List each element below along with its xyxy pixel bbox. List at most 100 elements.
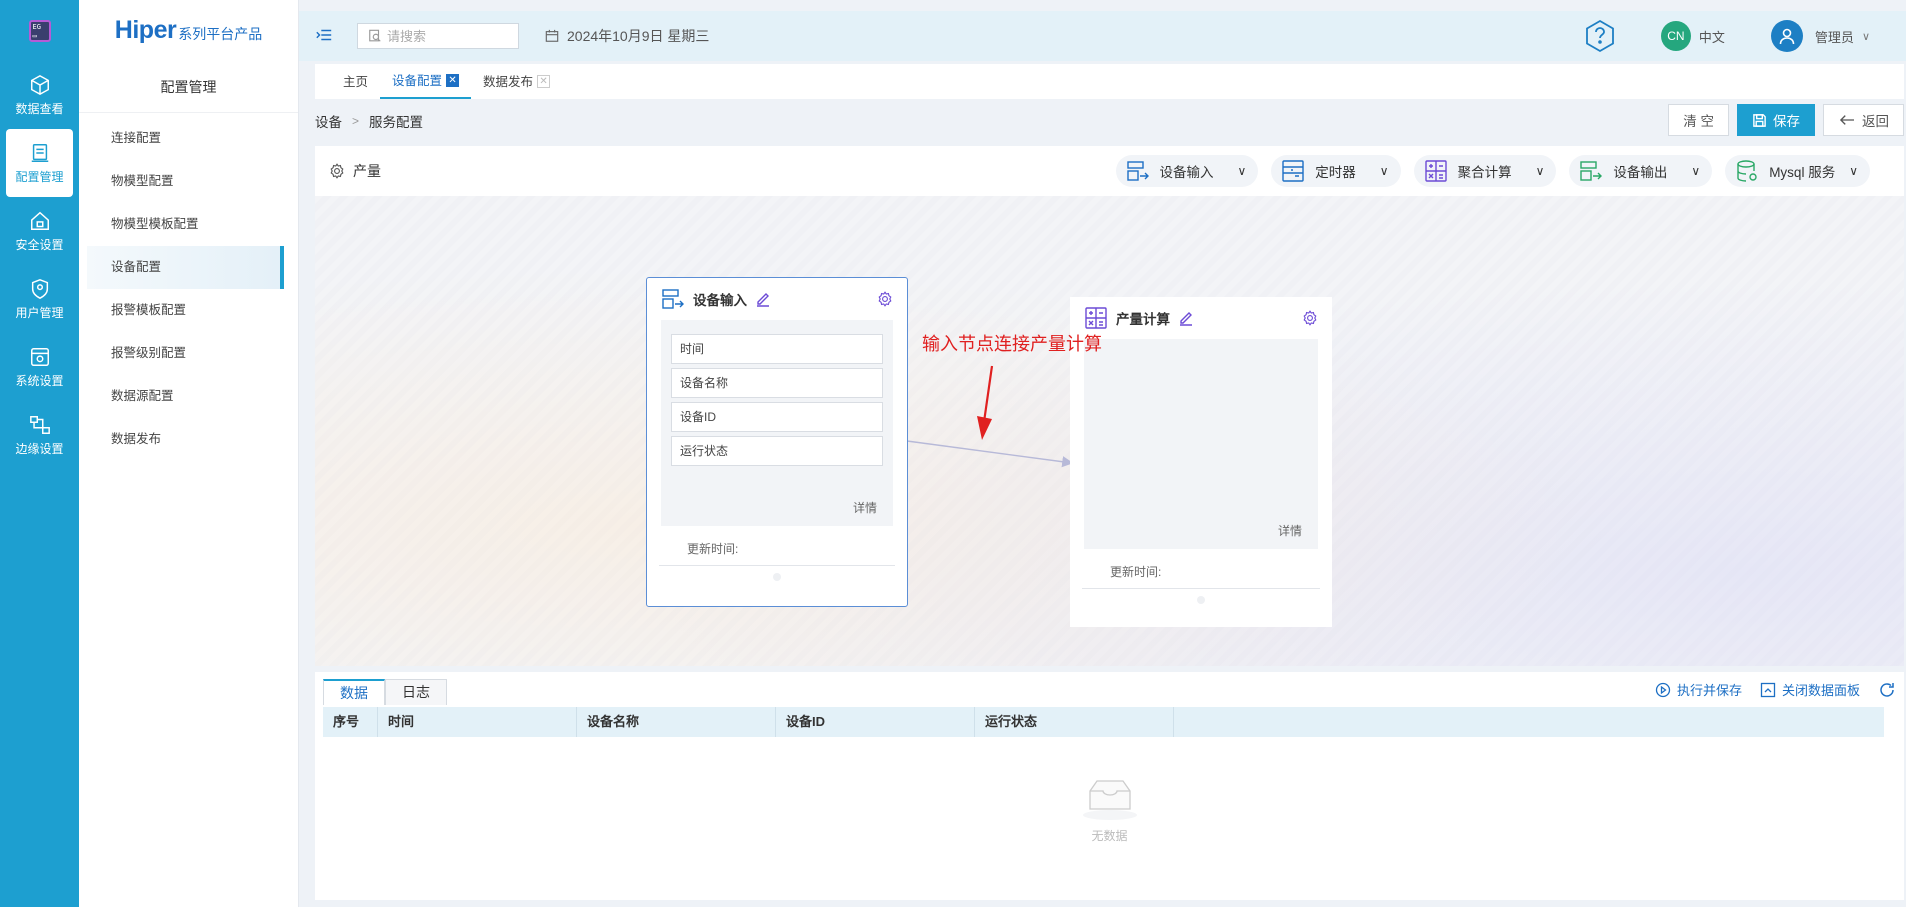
language-label[interactable]: 中文 bbox=[1699, 27, 1725, 46]
gear-icon[interactable] bbox=[329, 163, 345, 179]
column-header[interactable]: 运行状态 bbox=[975, 707, 1174, 737]
panel-tab-log[interactable]: 日志 bbox=[385, 679, 447, 705]
menu-toggle-icon[interactable] bbox=[315, 26, 335, 46]
tab-home[interactable]: 主页 bbox=[331, 64, 380, 99]
node-field[interactable]: 时间 bbox=[671, 334, 883, 364]
tool-label: 定时器 bbox=[1315, 165, 1356, 180]
device-input-icon bbox=[1126, 161, 1149, 181]
page-actions: 清 空 保存 返回 bbox=[1668, 104, 1904, 136]
rail-logo: EG ▭ bbox=[0, 0, 79, 61]
rail-item-label: 配置管理 bbox=[15, 169, 64, 184]
node-fields: 时间 设备名称 设备ID 运行状态 详情 bbox=[661, 320, 893, 526]
node-updated-time: 更新时间: bbox=[1082, 563, 1320, 589]
column-header[interactable]: 序号 bbox=[323, 707, 378, 737]
node-detail-link[interactable]: 详情 bbox=[1278, 522, 1302, 539]
sidebar-item-alarm-level[interactable]: 报警级别配置 bbox=[79, 332, 298, 375]
cube-icon bbox=[30, 74, 49, 95]
brand-main-text: Hiper bbox=[114, 16, 177, 44]
device-input-node[interactable]: 设备输入 时间 设备名称 设备ID 运行状态 详情 更新时间: bbox=[646, 277, 908, 607]
tool-mysql-service[interactable]: Mysql 服务 ∨ bbox=[1725, 155, 1870, 187]
tool-device-input[interactable]: 设备输入 ∨ bbox=[1115, 155, 1259, 187]
device-output-icon bbox=[1580, 161, 1603, 181]
rail-item-security[interactable]: 安全设置 bbox=[0, 197, 79, 265]
rail-item-data-view[interactable]: 数据查看 bbox=[0, 61, 79, 129]
column-header[interactable]: 时间 bbox=[378, 707, 577, 737]
node-detail-link[interactable]: 详情 bbox=[853, 499, 877, 516]
back-button-label: 返回 bbox=[1862, 114, 1889, 129]
timer-icon bbox=[1282, 160, 1304, 182]
node-field[interactable]: 设备名称 bbox=[671, 368, 883, 398]
tab-data-publish[interactable]: 数据发布 ✕ bbox=[471, 64, 562, 99]
rail-item-config[interactable]: 配置管理 bbox=[6, 129, 73, 197]
brand-sub-text: 系列平台产品 bbox=[178, 25, 263, 42]
breadcrumb: 设备 > 服务配置 bbox=[315, 111, 423, 131]
rail-item-edge[interactable]: 边缘设置 bbox=[0, 401, 79, 469]
node-connector-handle[interactable] bbox=[773, 573, 781, 581]
run-and-save-button[interactable]: 执行并保存 bbox=[1655, 680, 1742, 699]
run-and-save-label: 执行并保存 bbox=[1676, 683, 1742, 698]
chevron-down-icon[interactable]: ∨ bbox=[1862, 30, 1870, 43]
flow-canvas[interactable]: 设备输入 时间 设备名称 设备ID 运行状态 详情 更新时间: 产量计算 详情 … bbox=[315, 196, 1904, 666]
tool-label: 设备输入 bbox=[1159, 165, 1214, 180]
edit-icon[interactable] bbox=[755, 291, 771, 307]
tool-device-output[interactable]: 设备输出 ∨ bbox=[1569, 155, 1713, 187]
search-box[interactable] bbox=[357, 23, 519, 49]
edit-icon[interactable] bbox=[1178, 310, 1194, 326]
back-button[interactable]: 返回 bbox=[1823, 104, 1904, 136]
node-updated-time: 更新时间: bbox=[659, 540, 895, 566]
flow-title: 产量 bbox=[329, 161, 381, 181]
panel-tab-data[interactable]: 数据 bbox=[323, 679, 385, 705]
language-badge[interactable]: CN bbox=[1660, 21, 1691, 51]
collapse-icon bbox=[1760, 682, 1776, 697]
rail-item-system[interactable]: 系统设置 bbox=[0, 333, 79, 401]
node-field[interactable]: 运行状态 bbox=[671, 436, 883, 466]
close-icon[interactable]: ✕ bbox=[537, 75, 551, 88]
help-icon[interactable] bbox=[1583, 19, 1617, 53]
refresh-icon[interactable] bbox=[1878, 681, 1896, 699]
tab-label: 设备配置 bbox=[392, 73, 443, 88]
gear-icon[interactable] bbox=[877, 291, 893, 307]
close-data-panel-button[interactable]: 关闭数据面板 bbox=[1760, 680, 1860, 699]
save-button[interactable]: 保存 bbox=[1737, 104, 1815, 136]
tab-label: 主页 bbox=[343, 74, 369, 89]
sidebar-item-device-config[interactable]: 设备配置 bbox=[87, 246, 284, 289]
home-lock-icon bbox=[30, 211, 49, 230]
sidebar-item-data-publish[interactable]: 数据发布 bbox=[79, 418, 298, 461]
rail-item-users[interactable]: 用户管理 bbox=[0, 265, 79, 333]
chevron-down-icon: ∨ bbox=[1237, 164, 1247, 178]
sidebar-item-datasource[interactable]: 数据源配置 bbox=[79, 375, 298, 418]
search-input[interactable] bbox=[387, 28, 507, 44]
tool-aggregate[interactable]: 聚合计算 ∨ bbox=[1413, 155, 1557, 187]
sidebar-item-connection[interactable]: 连接配置 bbox=[79, 117, 298, 160]
column-header[interactable]: 设备ID bbox=[776, 707, 975, 737]
tool-timer[interactable]: 定时器 ∨ bbox=[1271, 155, 1401, 187]
gear-icon[interactable] bbox=[1302, 310, 1318, 326]
flow-toolbar: 产量 设备输入 ∨ 定时器 ∨ 聚合计算 ∨ 设备输出 ∨ Mysql 服务 ∨ bbox=[315, 146, 1904, 196]
clear-button[interactable]: 清 空 bbox=[1668, 104, 1729, 136]
tool-label: Mysql 服务 bbox=[1769, 165, 1836, 180]
node-title: 设备输入 bbox=[693, 293, 747, 308]
close-icon[interactable]: ✕ bbox=[446, 74, 460, 87]
calendar-icon bbox=[545, 29, 559, 42]
flow-title-text: 产量 bbox=[353, 163, 381, 179]
rail-item-label: 数据查看 bbox=[15, 101, 64, 116]
node-field[interactable]: 设备ID bbox=[671, 402, 883, 432]
edge-network-icon bbox=[29, 415, 50, 434]
sidebar-item-thing-model[interactable]: 物模型配置 bbox=[79, 160, 298, 203]
user-name[interactable]: 管理员 bbox=[1815, 27, 1854, 46]
sidebar-item-thing-model-template[interactable]: 物模型模板配置 bbox=[79, 203, 298, 246]
breadcrumb-root[interactable]: 设备 bbox=[315, 111, 342, 131]
left-rail: EG ▭ 数据查看 配置管理 安全设置 用户管理 系统设置 边缘设置 bbox=[0, 0, 79, 907]
system-gear-icon bbox=[30, 347, 49, 366]
config-doc-icon bbox=[31, 143, 48, 162]
node-fields: 详情 bbox=[1084, 339, 1318, 549]
node-connector-handle[interactable] bbox=[1197, 596, 1205, 604]
chevron-down-icon: ∨ bbox=[1535, 164, 1545, 178]
yield-calc-node[interactable]: 产量计算 详情 更新时间: bbox=[1070, 297, 1332, 627]
tab-device-config[interactable]: 设备配置 ✕ bbox=[380, 64, 472, 99]
user-avatar[interactable] bbox=[1770, 20, 1803, 52]
column-header[interactable]: 设备名称 bbox=[577, 707, 776, 737]
app-logo-icon: EG ▭ bbox=[28, 19, 51, 42]
sidebar-item-alarm-template[interactable]: 报警模板配置 bbox=[79, 289, 298, 332]
shield-user-icon bbox=[31, 278, 48, 299]
